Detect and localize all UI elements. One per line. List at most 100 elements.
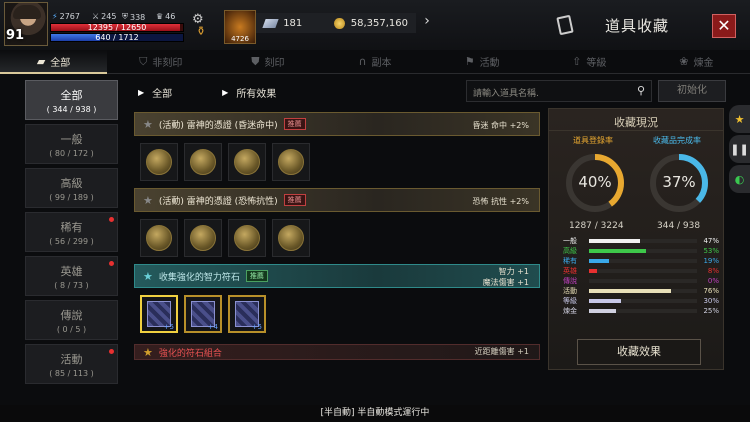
filter-effect[interactable]: 所有效果 <box>236 85 276 100</box>
collection-list[interactable]: ★ (活動) 雷神的憑證 (昏迷命中) 推薦 昏迷 命中 +2% ★ (活動) … <box>134 112 540 370</box>
search-icon[interactable]: ⚲ <box>637 84 645 97</box>
tab-alchemy[interactable]: ❀ 煉金 <box>642 50 750 74</box>
stat-attack-value: 245 <box>101 12 117 21</box>
grade-sidebar: 全部 ( 344 / 938 ) 一般 ( 80 / 172 ) 高級 ( 99 / … <box>25 80 118 388</box>
grade-name: 高級 <box>60 177 83 190</box>
grade-stat-pct: 30% <box>703 297 719 305</box>
currency-expand-button[interactable]: › <box>419 13 435 33</box>
tab-label: 全部 <box>50 57 71 69</box>
collection-effect-button[interactable]: 收藏效果 <box>577 339 701 365</box>
collection-items <box>134 136 540 182</box>
swirl-icon[interactable]: ◐ <box>729 165 750 193</box>
item-slot[interactable] <box>184 143 222 181</box>
item-slot[interactable] <box>140 219 178 257</box>
grade-stat-bar <box>588 309 698 313</box>
medal-icon <box>146 149 172 175</box>
grade-stat-row: 傳說 0% <box>563 276 719 286</box>
shield-icon: ⛉ <box>139 54 148 68</box>
tab-label: 煉金 <box>693 58 714 69</box>
grade-stat-fill <box>588 259 610 263</box>
tab-all[interactable]: ▰ 全部 <box>0 50 108 74</box>
sword-icon: ⚔ <box>92 12 100 21</box>
collection-effect: 昏迷 命中 +2% <box>472 121 529 130</box>
grade-stat-bar <box>588 289 698 293</box>
collection-effect: 恐怖 抗性 +2% <box>472 197 529 206</box>
collection-title: 收集強化的智力符石 <box>158 272 240 283</box>
item-slot[interactable] <box>140 143 178 181</box>
grade-name: 稀有 <box>60 221 83 234</box>
collection-header[interactable]: ★ 強化的符石組合 近距離傷害 +1 <box>134 344 540 360</box>
grade-count: ( 56 / 299 ) <box>49 237 94 246</box>
grade-count: ( 344 / 938 ) <box>46 105 97 114</box>
grade-count: ( 85 / 113 ) <box>49 369 94 378</box>
tab-event[interactable]: ⚑ 活動 <box>428 50 536 74</box>
star-icon[interactable]: ★ <box>143 194 153 207</box>
collection-card: ★ 收集強化的智力符石 推薦 智力 +1 魔法傷害 +1 +5 +4 +5 <box>134 264 540 338</box>
item-slot[interactable] <box>228 219 266 257</box>
item-slot[interactable] <box>272 219 310 257</box>
collection-title: (活動) 雷神的憑證 (昏迷命中) <box>158 120 278 131</box>
collection-card: ★ (活動) 雷神的憑證 (恐怖抗性) 推薦 恐怖 抗性 +2% <box>134 188 540 258</box>
stat-power-value: 2767 <box>59 12 80 21</box>
stat-trophy: ♛ 46 <box>156 12 175 21</box>
shield-icon: ⛨ <box>122 12 128 21</box>
medal-icon <box>190 225 216 251</box>
skill-timer: 4726 <box>231 35 249 43</box>
grade-event[interactable]: 活動 ( 85 / 113 ) <box>25 344 118 384</box>
star-icon[interactable]: ★ <box>143 346 153 359</box>
item-slot[interactable]: +4 <box>184 295 222 333</box>
skill-slot[interactable]: 4726 <box>224 10 256 44</box>
close-button[interactable]: ✕ <box>712 14 736 38</box>
grade-stat-bar <box>588 279 698 283</box>
mp-bar: 640 / 1712 <box>50 33 184 42</box>
tab-label: 非刻印 <box>152 58 183 69</box>
search-input[interactable]: 請輸入道具名稱. ⚲ <box>466 80 652 102</box>
reset-button[interactable]: 初始化 <box>658 80 726 102</box>
comp-rate-label: 收藏品完成率 <box>653 136 701 145</box>
tab-engraved[interactable]: ⛊ 刻印 <box>214 50 322 74</box>
tab-dungeon[interactable]: ∩ 副本 <box>321 50 429 74</box>
recommend-tag: 推薦 <box>283 118 306 130</box>
currency-bar: 181 58,357,160 <box>256 13 416 33</box>
grade-legend[interactable]: 傳說 ( 0 / 5 ) <box>25 300 118 340</box>
star-icon[interactable]: ★ <box>143 270 153 283</box>
effect-line: 智力 +1 <box>498 267 529 276</box>
item-slot[interactable]: +5 <box>228 295 266 333</box>
grade-stat-pct: 0% <box>707 277 719 285</box>
grade-rare[interactable]: 稀有 ( 56 / 299 ) <box>25 212 118 252</box>
avatar-hair <box>13 5 41 19</box>
grade-stat-fill <box>588 299 622 303</box>
grade-hero[interactable]: 英雄 ( 8 / 73 ) <box>25 256 118 296</box>
hp-bar: 12395 / 12650 <box>50 23 184 32</box>
new-badge <box>109 349 114 354</box>
collection-header[interactable]: ★ (活動) 雷神的憑證 (昏迷命中) 推薦 昏迷 命中 +2% <box>134 112 540 136</box>
star-icon[interactable]: ★ <box>143 118 153 131</box>
item-slot[interactable] <box>184 219 222 257</box>
player-level: 91 <box>6 28 25 43</box>
new-badge <box>109 261 114 266</box>
collection-header[interactable]: ★ (活動) 雷神的憑證 (恐怖抗性) 推薦 恐怖 抗性 +2% <box>134 188 540 212</box>
medal-icon <box>278 149 304 175</box>
grade-stat-fill <box>588 249 647 253</box>
grade-advanced[interactable]: 高級 ( 99 / 189 ) <box>25 168 118 208</box>
grade-stat-row: 煉金 25% <box>563 306 719 316</box>
item-slot[interactable] <box>272 143 310 181</box>
grade-stat-fill <box>588 239 640 243</box>
tab-non-engraved[interactable]: ⛉ 非刻印 <box>107 50 215 74</box>
collection-header[interactable]: ★ 收集強化的智力符石 推薦 智力 +1 魔法傷害 +1 <box>134 264 540 288</box>
item-slot[interactable]: +5 <box>140 295 178 333</box>
search-placeholder: 請輸入道具名稱. <box>473 89 539 99</box>
grade-all[interactable]: 全部 ( 344 / 938 ) <box>25 80 118 120</box>
grade-stat-bar <box>588 299 698 303</box>
potion-icon[interactable]: ⚱ <box>196 24 206 38</box>
stat-defense: ⛨ 338 <box>122 12 145 22</box>
pause-icon[interactable]: ❚❚ <box>729 135 750 163</box>
item-slot[interactable] <box>228 143 266 181</box>
grade-count: ( 8 / 73 ) <box>54 281 89 290</box>
favorite-star-icon[interactable]: ★ <box>729 105 750 133</box>
grade-stat-label: 英雄 <box>563 267 577 275</box>
tab-level[interactable]: ⇧ 等級 <box>535 50 643 74</box>
grade-normal[interactable]: 一般 ( 80 / 172 ) <box>25 124 118 164</box>
stat-power: ⚡ 2767 <box>52 12 80 21</box>
filter-grade[interactable]: 全部 <box>152 85 222 100</box>
